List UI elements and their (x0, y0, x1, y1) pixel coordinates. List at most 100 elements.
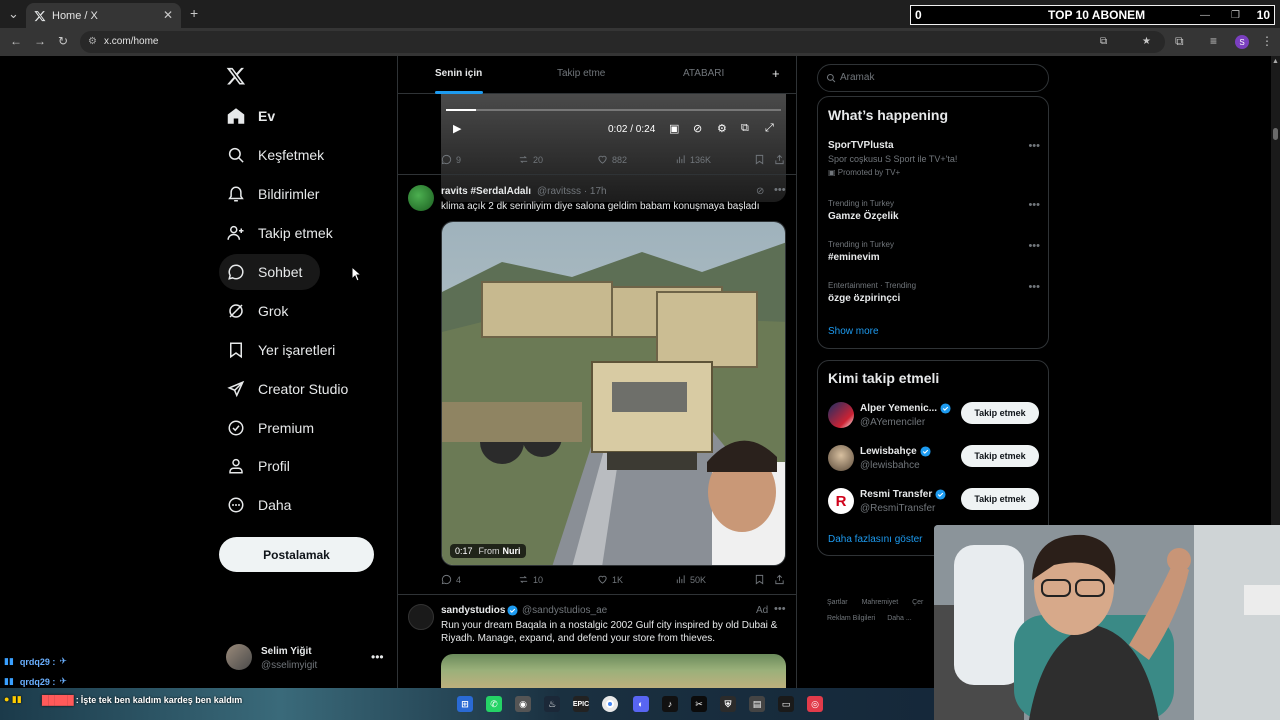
avatar[interactable] (408, 185, 434, 211)
browser-menu-icon[interactable]: ⋮ (1261, 34, 1273, 48)
search-input[interactable]: Aramak (817, 64, 1049, 92)
show-more-link[interactable]: Show more (828, 326, 879, 337)
site-info-icon[interactable]: ⚙ (88, 31, 97, 53)
discord-icon[interactable]: ◐ (633, 696, 649, 712)
tab-following[interactable]: Takip etme (557, 68, 605, 79)
nav-item-follow[interactable]: Takip etmek (219, 215, 351, 251)
grok-icon[interactable]: ⊘ (756, 186, 764, 197)
like-button[interactable]: 1K (597, 574, 623, 585)
nav-item-home[interactable]: Ev (219, 98, 293, 134)
post-video[interactable]: 0:17 From Nuri (441, 221, 786, 566)
nav-item-grok[interactable]: Grok (219, 293, 306, 329)
account-switcher[interactable]: Selim Yiğit @sselimyigit ••• (226, 642, 386, 678)
video-progress-bar[interactable] (446, 109, 781, 111)
post-author-handle[interactable]: @sandystudios_ae (522, 605, 607, 616)
share-button[interactable] (774, 154, 789, 165)
nav-item-more[interactable]: Daha (219, 487, 309, 523)
tab-atabari[interactable]: ATABARI (683, 68, 724, 79)
restore-icon[interactable]: ❐ (1231, 10, 1240, 21)
forward-icon[interactable]: → (34, 34, 46, 48)
post-author-name[interactable]: ravits #SerdalAdalı (441, 186, 531, 197)
post-button[interactable]: Postalamak (219, 537, 374, 572)
follow-button[interactable]: Takip etmek (961, 445, 1039, 467)
x-logo-icon[interactable] (226, 66, 246, 86)
views-button[interactable]: 136K (675, 154, 711, 165)
more-horizontal-icon[interactable]: ••• (1028, 281, 1040, 293)
windows-start-icon[interactable]: ⊞ (457, 696, 473, 712)
browser-tab[interactable]: Home / X ✕ (26, 3, 181, 28)
trend-item[interactable]: Entertainment · Trending özge özpirinçci… (828, 281, 1040, 304)
avatar[interactable] (408, 604, 434, 630)
nav-item-profile[interactable]: Profil (219, 448, 308, 484)
nav-item-bookmarks[interactable]: Yer işaretleri (219, 332, 353, 368)
file-explorer-icon[interactable]: ▤ (749, 696, 765, 712)
follow-suggestion[interactable]: Lewisbahçe @lewisbahce Takip etmek (828, 444, 1040, 474)
footer-link[interactable]: Mahremiyet (862, 599, 899, 606)
fullscreen-icon[interactable]: ⤢ (765, 122, 774, 135)
trend-item[interactable]: Trending in Turkey Gamze Özçelik ••• (828, 199, 1040, 222)
media-icon[interactable]: ≡ (1210, 34, 1217, 48)
more-horizontal-icon[interactable]: ••• (371, 650, 384, 664)
footer-link[interactable]: Şartlar (827, 599, 848, 606)
views-button[interactable]: 50K (675, 574, 706, 585)
more-horizontal-icon[interactable]: ••• (1028, 199, 1040, 211)
tab-search-icon[interactable]: ⌄ (8, 6, 19, 22)
more-horizontal-icon[interactable]: ••• (1028, 240, 1040, 252)
reply-button[interactable]: 4 (441, 574, 461, 585)
address-bar[interactable]: ⚙ x.com/home ⧉ ★ (80, 31, 1165, 53)
nav-item-chat[interactable]: Sohbet (219, 254, 321, 290)
tab-for-you[interactable]: Senin için (435, 68, 482, 79)
record-app-icon[interactable]: ◎ (807, 696, 823, 712)
bookmark-button[interactable] (754, 154, 769, 165)
epic-games-icon[interactable]: EPIC (573, 696, 589, 712)
share-button[interactable] (774, 574, 789, 585)
mute-icon[interactable]: ⊘ (693, 122, 702, 135)
extensions-icon[interactable]: ⧉ (1175, 34, 1184, 49)
trend-item[interactable]: SporTVPlusta Spor coşkusu S Sport ile TV… (828, 140, 1040, 177)
follow-button[interactable]: Takip etmek (961, 402, 1039, 424)
post-author-handle[interactable]: @ravitsss · 17h (537, 186, 607, 197)
capcut-icon[interactable]: ✂ (691, 696, 707, 712)
reply-button[interactable]: 9 (441, 154, 461, 165)
steam-icon[interactable]: ♨ (544, 696, 560, 712)
follow-suggestion[interactable]: Alper Yemenic... @AYemenciler Takip etme… (828, 401, 1040, 431)
captions-icon[interactable]: ▣ (669, 122, 679, 135)
terminal-icon[interactable]: ▭ (778, 696, 794, 712)
follow-button[interactable]: Takip etmek (961, 488, 1039, 510)
more-horizontal-icon[interactable]: ••• (774, 603, 786, 615)
bookmark-star-icon[interactable]: ★ (1142, 31, 1151, 53)
footer-link[interactable]: Çer (912, 599, 923, 606)
video-source-name[interactable]: Nuri (503, 546, 521, 556)
nav-item-premium[interactable]: Premium (219, 410, 332, 446)
like-button[interactable]: 882 (597, 154, 627, 165)
trend-item[interactable]: Trending in Turkey #eminevim ••• (828, 240, 1040, 263)
scroll-thumb[interactable] (1273, 128, 1278, 140)
settings-icon[interactable]: ⚙ (717, 122, 727, 135)
repost-button[interactable]: 20 (518, 154, 543, 165)
nav-item-notifications[interactable]: Bildirimler (219, 176, 337, 212)
chrome-icon[interactable] (602, 696, 618, 712)
more-horizontal-icon[interactable]: ••• (774, 184, 786, 196)
obs-icon[interactable]: ◉ (515, 696, 531, 712)
shield-icon[interactable]: ⛨ (720, 696, 736, 712)
add-tab-icon[interactable]: + (772, 66, 780, 81)
post-image[interactable] (441, 654, 786, 688)
close-tab-icon[interactable]: ✕ (163, 8, 173, 22)
post-author-name[interactable]: sandystudios (441, 605, 505, 616)
follow-suggestion[interactable]: R Resmi Transfer @ResmiTransfer Takip et… (828, 487, 1040, 517)
repost-button[interactable]: 10 (518, 574, 543, 585)
more-horizontal-icon[interactable]: ••• (1028, 140, 1040, 152)
scroll-up-icon[interactable]: ▲ (1272, 58, 1279, 65)
nav-item-explore[interactable]: Keşfetmek (219, 137, 342, 173)
profile-avatar[interactable]: S (1235, 35, 1249, 49)
pip-icon[interactable]: ⧉ (741, 122, 749, 135)
back-icon[interactable]: ← (10, 34, 22, 48)
translate-icon[interactable]: ⧉ (1100, 31, 1107, 53)
footer-link[interactable]: Reklam Bilgileri (827, 615, 875, 622)
whatsapp-icon[interactable]: ✆ (486, 696, 502, 712)
new-tab-icon[interactable]: + (190, 5, 198, 21)
show-more-link[interactable]: Daha fazlasını göster (828, 534, 923, 545)
play-icon[interactable]: ▶ (453, 122, 461, 135)
reload-icon[interactable]: ↻ (58, 34, 68, 48)
bookmark-button[interactable] (754, 574, 769, 585)
